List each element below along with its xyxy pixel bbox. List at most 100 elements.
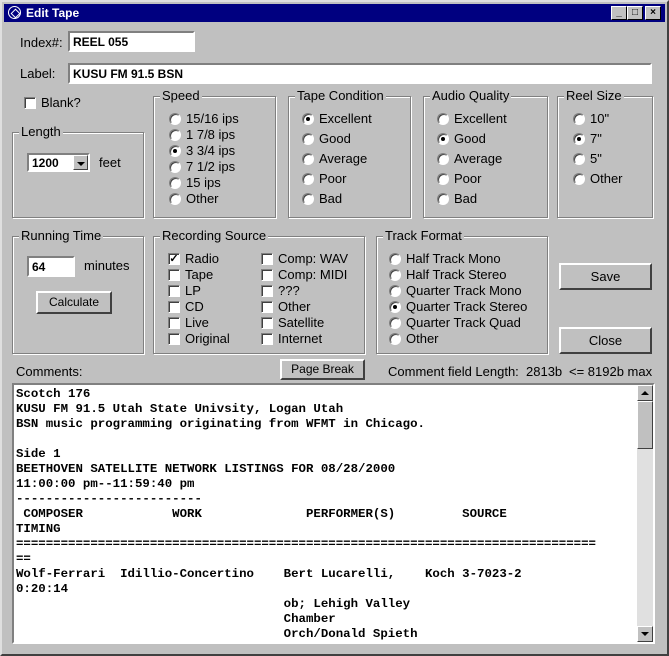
tape-condition-option[interactable]: Bad xyxy=(302,191,342,206)
radio-button[interactable] xyxy=(302,192,314,205)
checkbox[interactable] xyxy=(168,268,180,281)
reel-size-option[interactable]: Other xyxy=(573,171,623,186)
page-break-button[interactable]: Page Break xyxy=(280,359,365,380)
checkbox[interactable] xyxy=(261,268,273,281)
radio-button[interactable] xyxy=(169,160,181,173)
track-format-option[interactable]: Quarter Track Mono xyxy=(389,283,522,298)
length-select[interactable]: 1200 xyxy=(27,153,90,172)
audio-quality-option[interactable]: Excellent xyxy=(437,111,507,126)
close-window-button[interactable]: × xyxy=(645,6,661,20)
radio-button[interactable] xyxy=(169,176,181,189)
radio-button[interactable] xyxy=(573,112,585,125)
radio-button[interactable] xyxy=(437,172,449,185)
radio-button[interactable] xyxy=(302,172,314,185)
recording-source-option[interactable]: ??? xyxy=(261,283,300,298)
audio-quality-option[interactable]: Average xyxy=(437,151,502,166)
recording-source-option[interactable]: Other xyxy=(261,299,311,314)
checkbox[interactable] xyxy=(261,284,273,297)
recording-source-option[interactable]: Satellite xyxy=(261,315,324,330)
audio-quality-option[interactable]: Poor xyxy=(437,171,481,186)
scroll-up-button[interactable] xyxy=(637,385,653,401)
maximize-button[interactable]: □ xyxy=(627,6,643,20)
comments-scrollbar[interactable] xyxy=(637,385,653,642)
scroll-down-button[interactable] xyxy=(637,626,653,642)
radio-button[interactable] xyxy=(302,132,314,145)
calculate-button[interactable]: Calculate xyxy=(36,291,112,314)
chevron-down-icon[interactable] xyxy=(73,155,88,170)
checkbox[interactable] xyxy=(168,316,180,329)
recording-source-option[interactable]: Comp: MIDI xyxy=(261,267,347,282)
radio-button[interactable] xyxy=(169,112,181,125)
tape-condition-option[interactable]: Poor xyxy=(302,171,346,186)
reel-size-option[interactable]: 10" xyxy=(573,111,609,126)
track-format-option[interactable]: Half Track Mono xyxy=(389,251,501,266)
track-format-option[interactable]: Other xyxy=(389,331,439,346)
radio-button[interactable] xyxy=(302,152,314,165)
checkbox[interactable] xyxy=(261,300,273,313)
radio-button[interactable] xyxy=(437,192,449,205)
save-button[interactable]: Save xyxy=(559,263,652,290)
audio-quality-group: Audio Quality Excellent Good Average Poor Ba… xyxy=(423,88,548,218)
speed-option[interactable]: 15/16 ips xyxy=(169,111,239,126)
audio-quality-option[interactable]: Good xyxy=(437,131,486,146)
recording-source-option[interactable]: ✓ Radio xyxy=(168,251,219,266)
option-label: Poor xyxy=(454,171,482,186)
radio-button[interactable] xyxy=(169,144,181,157)
recording-source-option[interactable]: Original xyxy=(168,331,230,346)
speed-option[interactable]: 7 1/2 ips xyxy=(169,159,235,174)
blank-check-box[interactable] xyxy=(24,96,36,109)
track-format-option[interactable]: Quarter Track Stereo xyxy=(389,299,527,314)
radio-button[interactable] xyxy=(169,128,181,141)
checkbox[interactable] xyxy=(261,316,273,329)
speed-option[interactable]: 3 3/4 ips xyxy=(169,143,235,158)
recording-source-option[interactable]: CD xyxy=(168,299,204,314)
speed-option[interactable]: 15 ips xyxy=(169,175,221,190)
radio-button[interactable] xyxy=(389,332,401,345)
running-time-input[interactable]: 64 xyxy=(27,256,75,277)
radio-button[interactable] xyxy=(389,300,401,313)
speed-option[interactable]: 1 7/8 ips xyxy=(169,127,235,142)
reel-size-option[interactable]: 5" xyxy=(573,151,602,166)
recording-source-option[interactable]: LP xyxy=(168,283,201,298)
radio-button[interactable] xyxy=(437,152,449,165)
checkbox[interactable] xyxy=(168,300,180,313)
tape-condition-option[interactable]: Excellent xyxy=(302,111,372,126)
radio-button[interactable] xyxy=(302,112,314,125)
radio-button[interactable] xyxy=(573,152,585,165)
blank-checkbox[interactable]: Blank? xyxy=(24,95,81,110)
checkbox[interactable] xyxy=(261,332,273,345)
checkbox[interactable] xyxy=(168,332,180,345)
scroll-thumb[interactable] xyxy=(637,401,653,449)
radio-button[interactable] xyxy=(169,192,181,205)
close-button[interactable]: Close xyxy=(559,327,652,354)
radio-button[interactable] xyxy=(573,172,585,185)
recording-source-option[interactable]: Internet xyxy=(261,331,322,346)
index-input[interactable]: REEL 055 xyxy=(68,31,195,52)
checkbox[interactable] xyxy=(168,284,180,297)
speed-option[interactable]: Other xyxy=(169,191,219,206)
radio-button[interactable] xyxy=(573,132,585,145)
radio-button[interactable] xyxy=(437,112,449,125)
radio-button[interactable] xyxy=(389,284,401,297)
track-format-option[interactable]: Half Track Stereo xyxy=(389,267,506,282)
checkbox[interactable] xyxy=(261,252,273,265)
track-format-option[interactable]: Quarter Track Quad xyxy=(389,315,521,330)
radio-button[interactable] xyxy=(389,316,401,329)
tape-condition-option[interactable]: Average xyxy=(302,151,367,166)
title-bar[interactable]: Edit Tape _ □ × xyxy=(4,4,665,22)
checked-checkbox[interactable]: ✓ xyxy=(168,252,180,265)
comments-textarea[interactable]: Scotch 176 KUSU FM 91.5 Utah State Univs… xyxy=(12,383,655,644)
label-input[interactable]: KUSU FM 91.5 BSN xyxy=(68,63,652,84)
tape-condition-option[interactable]: Good xyxy=(302,131,351,146)
minimize-button[interactable]: _ xyxy=(611,6,627,20)
audio-quality-option[interactable]: Bad xyxy=(437,191,477,206)
comments-text[interactable]: Scotch 176 KUSU FM 91.5 Utah State Univs… xyxy=(16,387,636,642)
recording-source-option[interactable]: Live xyxy=(168,315,209,330)
radio-button[interactable] xyxy=(389,268,401,281)
radio-button[interactable] xyxy=(389,252,401,265)
recording-source-option[interactable]: Tape xyxy=(168,267,213,282)
reel-size-option[interactable]: 7" xyxy=(573,131,602,146)
speed-group: Speed 15/16 ips 1 7/8 ips 3 3/4 ips 7 1/2 i… xyxy=(153,88,276,218)
radio-button[interactable] xyxy=(437,132,449,145)
recording-source-option[interactable]: Comp: WAV xyxy=(261,251,348,266)
